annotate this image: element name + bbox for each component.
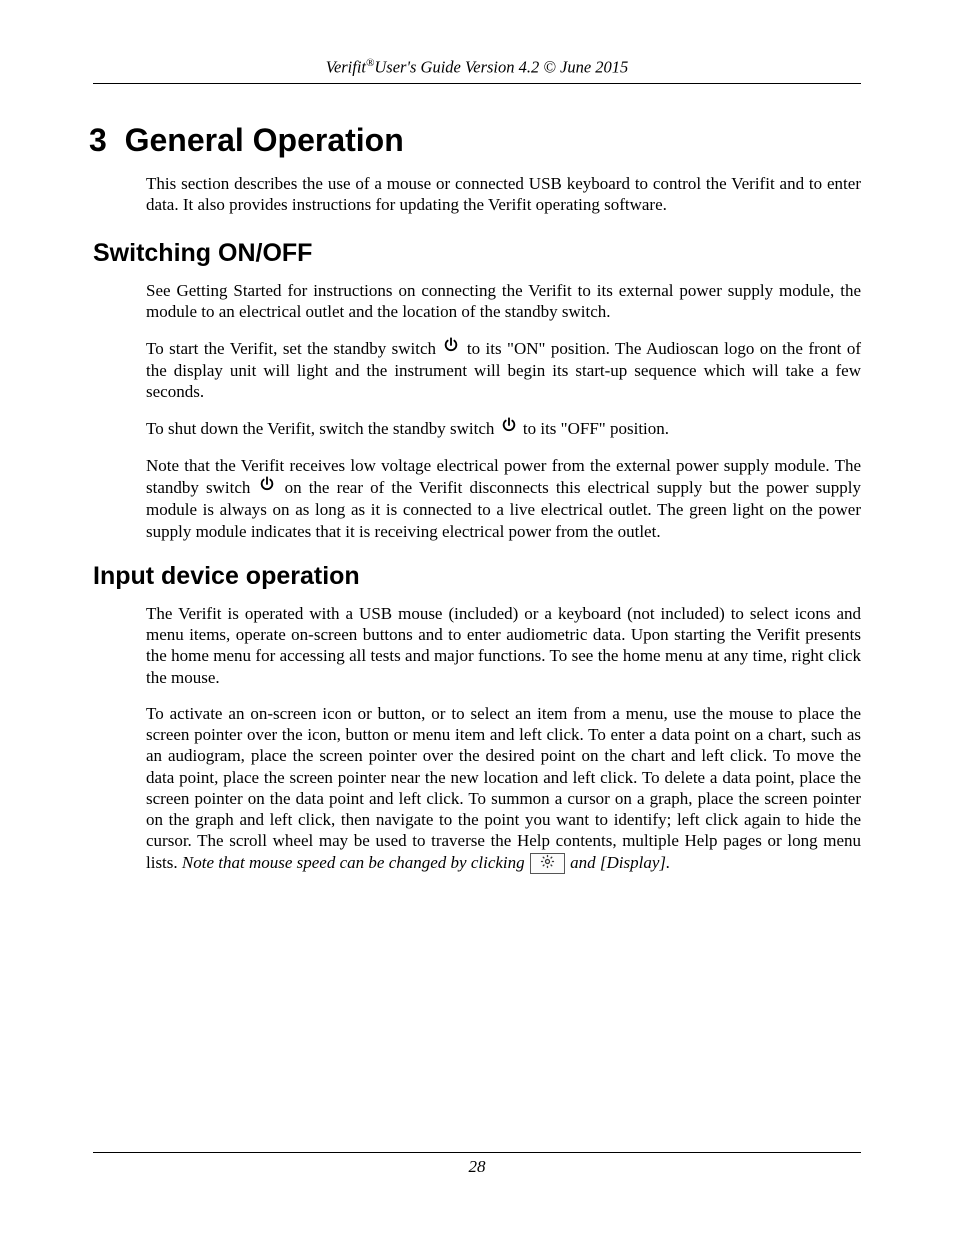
intro-paragraph: This section describes the use of a mous… bbox=[146, 173, 861, 216]
power-icon bbox=[501, 417, 517, 438]
header-rest: User's Guide Version 4.2 © June 2015 bbox=[374, 58, 628, 77]
section1-p2: To start the Verifit, set the standby sw… bbox=[146, 338, 861, 403]
page-header: Verifit®User's Guide Version 4.2 © June … bbox=[93, 57, 861, 84]
section1-p3: To shut down the Verifit, switch the sta… bbox=[146, 418, 861, 441]
header-product: Verifit bbox=[326, 58, 366, 77]
section2-p1: The Verifit is operated with a USB mouse… bbox=[146, 603, 861, 688]
section2-p2-display: [Display]. bbox=[600, 853, 670, 872]
chapter-heading: 3 General Operation bbox=[89, 122, 861, 159]
section2-p2a: To activate an on-screen icon or button,… bbox=[146, 704, 861, 872]
section2-p2: To activate an on-screen icon or button,… bbox=[146, 703, 861, 874]
chapter-title-text: General Operation bbox=[125, 122, 404, 158]
section-switching-heading: Switching ON/OFF bbox=[93, 239, 861, 268]
section1-p3b: to its "OFF" position. bbox=[519, 419, 669, 438]
section1-p2a: To start the Verifit, set the standby sw… bbox=[146, 339, 441, 358]
page-footer: 28 bbox=[93, 1152, 861, 1177]
gear-icon bbox=[540, 854, 555, 873]
section2-p2-note1: Note that mouse speed can be changed by … bbox=[182, 853, 529, 872]
power-icon bbox=[443, 337, 459, 358]
page-number: 28 bbox=[469, 1157, 486, 1176]
section2-p2-note2: and bbox=[566, 853, 600, 872]
section-input-heading: Input device operation bbox=[93, 562, 861, 591]
chapter-number: 3 bbox=[89, 122, 107, 158]
section1-p4: Note that the Verifit receives low volta… bbox=[146, 455, 861, 541]
section1-p1: See Getting Started for instructions on … bbox=[146, 280, 861, 323]
power-icon bbox=[259, 476, 275, 497]
settings-button-inline bbox=[530, 853, 565, 874]
section1-p3a: To shut down the Verifit, switch the sta… bbox=[146, 419, 499, 438]
